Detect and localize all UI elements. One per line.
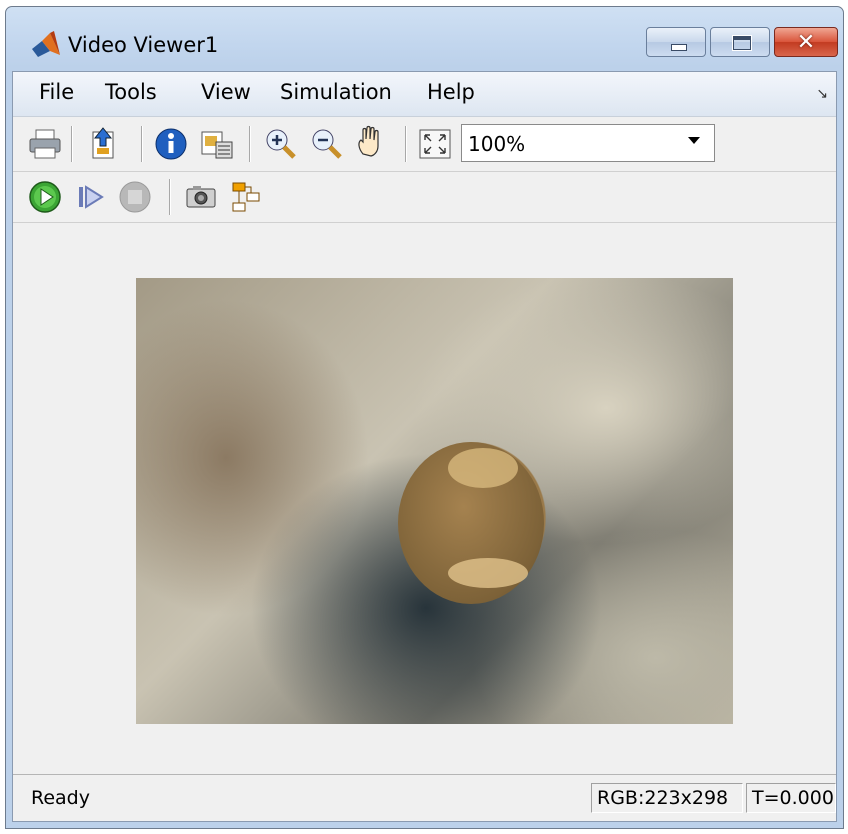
stop-icon[interactable] <box>117 179 153 215</box>
video-frame-image <box>136 278 733 724</box>
toolbar-separator <box>249 126 251 162</box>
print-icon[interactable] <box>27 126 63 162</box>
image-properties-icon[interactable] <box>199 126 235 162</box>
frame-dimensions: RGB:223x298 <box>591 783 743 813</box>
menu-tools[interactable]: Tools <box>105 80 157 104</box>
pan-hand-icon[interactable] <box>353 124 389 160</box>
title-bar[interactable]: Video Viewer1 ✕ <box>6 7 843 71</box>
chevron-down-icon[interactable] <box>688 137 700 144</box>
menu-view[interactable]: View <box>201 80 251 104</box>
fit-to-view-icon[interactable] <box>417 126 453 162</box>
zoom-level-value: 100% <box>468 132 526 156</box>
zoom-out-icon[interactable] <box>309 126 345 162</box>
close-icon: ✕ <box>796 30 816 55</box>
menu-file[interactable]: File <box>39 80 74 104</box>
snapshot-icon[interactable] <box>183 179 219 215</box>
video-content <box>448 558 528 588</box>
zoom-in-icon[interactable] <box>263 126 299 162</box>
zoom-level-select[interactable]: 100% <box>461 124 715 162</box>
maximize-icon <box>733 36 751 50</box>
play-icon[interactable] <box>27 179 63 215</box>
menu-dock-icon[interactable]: ↘ <box>816 86 828 102</box>
minimize-button[interactable] <box>646 27 706 57</box>
step-forward-icon[interactable] <box>73 179 109 215</box>
close-button[interactable]: ✕ <box>774 27 838 57</box>
matlab-icon <box>32 31 60 57</box>
video-content <box>448 448 518 488</box>
toolbar-separator <box>405 126 407 162</box>
simulation-time: T=0.000 <box>746 783 836 813</box>
toolbar-separator <box>141 126 143 162</box>
status-text: Ready <box>31 787 90 809</box>
menu-help[interactable]: Help <box>427 80 475 104</box>
window-title: Video Viewer1 <box>68 33 219 57</box>
menu-bar: File Tools View Simulation Help ↘ <box>13 72 836 117</box>
export-icon[interactable] <box>85 126 121 162</box>
main-toolbar: 100% <box>13 117 836 172</box>
toolbar-separator <box>71 126 73 162</box>
info-icon[interactable] <box>153 126 189 162</box>
toolbar-separator <box>169 179 171 215</box>
client-area: File Tools View Simulation Help ↘ 100% R… <box>12 71 837 822</box>
video-display-area[interactable] <box>13 223 836 774</box>
maximize-button[interactable] <box>710 27 770 57</box>
minimize-icon <box>671 44 687 51</box>
status-bar: Ready RGB:223x298 T=0.000 <box>13 774 836 821</box>
simulation-toolbar <box>13 172 836 223</box>
menu-simulation[interactable]: Simulation <box>280 80 392 104</box>
highlight-block-icon[interactable] <box>229 179 265 215</box>
app-window: Video Viewer1 ✕ File Tools View Simulati… <box>5 6 844 829</box>
